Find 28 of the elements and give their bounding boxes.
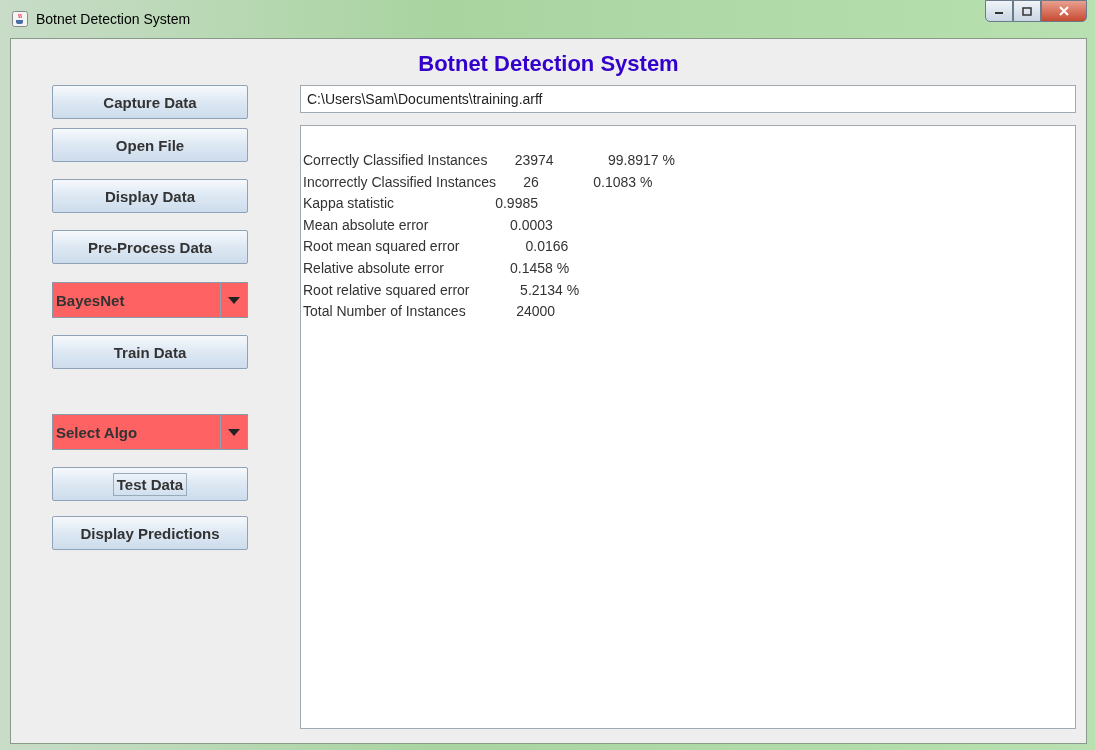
output-line: Correctly Classified Instances 23974 99.8917 % — [303, 151, 676, 170]
output-line: Kappa statistic 0.9985 — [303, 194, 539, 214]
output-line: Incorrectly Classified Instances 26 0.1083 % — [303, 172, 654, 192]
cup-icon — [12, 11, 28, 27]
maximize-icon — [1022, 6, 1032, 16]
sidebar-button[interactable]: Display Data — [52, 179, 248, 213]
output-line: Root mean squared error 0.0166 — [303, 237, 570, 257]
minimize-button[interactable] — [985, 0, 1013, 22]
sidebar-button[interactable]: Display Predictions — [52, 516, 248, 550]
caret-icon — [228, 296, 240, 304]
sidebar-button[interactable]: Capture Data — [52, 85, 248, 119]
output-line: Total Number of Instances 24000 — [303, 302, 557, 322]
maximize-button[interactable] — [1013, 0, 1041, 22]
caret-icon — [228, 428, 240, 436]
sidebar-button[interactable]: Pre-Process Data — [52, 230, 248, 264]
window-title: Botnet Detection System — [36, 11, 191, 27]
close-button[interactable] — [1041, 0, 1087, 22]
file-path-field[interactable]: C:\Users\Sam\Documents\training.arff — [300, 85, 1076, 113]
sidebar-button[interactable]: Train Data — [52, 335, 248, 369]
app-heading: Botnet Detection System — [418, 50, 679, 78]
output-line: Root relative squared error 5.2134 % — [303, 280, 581, 300]
output-line: Relative absolute error 0.1458 % — [303, 258, 571, 278]
sidebar-button[interactable]: Test Data — [52, 467, 248, 501]
algorithm-dropdown[interactable]: Select Algo — [52, 414, 248, 450]
output-line: Mean absolute error 0.0003 — [303, 215, 554, 235]
sidebar-button[interactable]: Open File — [52, 128, 248, 162]
algorithm-dropdown[interactable]: BayesNet — [52, 282, 248, 318]
close-icon — [1058, 6, 1070, 16]
